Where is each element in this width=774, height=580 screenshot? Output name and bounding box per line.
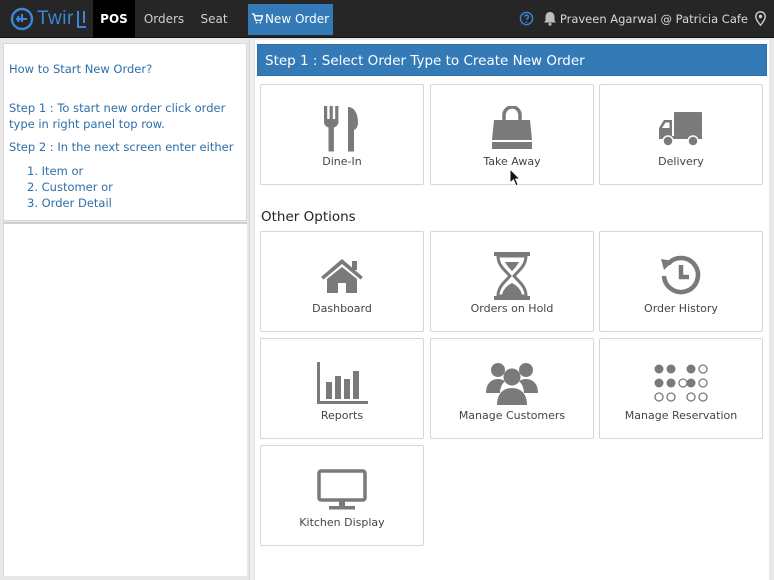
tile-label: Reports: [320, 409, 364, 422]
nav-pos[interactable]: POS: [93, 0, 135, 38]
tile-order-history[interactable]: Order History: [599, 231, 763, 332]
top-navbar: Twir POS Orders Seat New Order Praveen A…: [0, 0, 774, 38]
tile-manage-customers[interactable]: Manage Customers: [430, 338, 594, 439]
tile-label: Kitchen Display: [299, 516, 385, 529]
truck-icon: [659, 112, 702, 147]
tile-label: Take Away: [483, 155, 541, 168]
hourglass-icon: [494, 252, 530, 300]
bell-icon[interactable]: [543, 11, 557, 26]
tile-label: Dine-In: [322, 155, 362, 168]
brand-suffix-icon: [76, 11, 86, 28]
tile-label: Orders on Hold: [470, 302, 554, 315]
shopping-bag-icon: [492, 106, 532, 149]
tile-label: Manage Customers: [458, 409, 566, 422]
help-step1-line1: Step 1 : To start new order click order: [9, 101, 226, 115]
nav-seat[interactable]: Seat: [196, 0, 232, 38]
tile-orders-on-hold[interactable]: Orders on Hold: [430, 231, 594, 332]
other-options-title: Other Options: [261, 209, 356, 225]
help-step1-line2: type in right panel top row.: [9, 117, 165, 131]
nav-orders[interactable]: Orders: [140, 0, 188, 38]
fork-knife-icon: [324, 106, 358, 152]
tile-label: Delivery: [658, 155, 704, 168]
tile-reports[interactable]: Reports: [260, 338, 424, 439]
new-order-button[interactable]: New Order: [248, 4, 333, 35]
cart-icon: [251, 13, 264, 24]
brand-mark-icon: [10, 7, 34, 31]
panel-splitter[interactable]: [249, 40, 253, 580]
user-info[interactable]: Praveen Agarwal @ Patricia Cafe: [560, 0, 748, 38]
help-panel: How to Start New Order? Step 1 : To star…: [3, 43, 247, 221]
tile-kitchen-display[interactable]: Kitchen Display: [260, 445, 424, 546]
left-panel-body: [3, 222, 247, 576]
step-header: Step 1 : Select Order Type to Create New…: [257, 44, 767, 76]
home-icon: [321, 259, 363, 293]
help-title: How to Start New Order?: [9, 62, 153, 76]
tile-dine-in[interactable]: Dine-In: [260, 84, 424, 185]
tile-dashboard[interactable]: Dashboard: [260, 231, 424, 332]
tile-label: Manage Reservation: [624, 409, 738, 422]
location-pin-icon[interactable]: [755, 11, 766, 26]
help-option: 3. Order Detail: [27, 196, 112, 210]
tile-label: Order History: [644, 302, 718, 315]
bar-chart-icon: [317, 362, 368, 404]
brand-name: Twir: [37, 8, 74, 29]
main-panel: Step 1 : Select Order Type to Create New…: [255, 40, 769, 580]
help-option: 1. Item or: [27, 164, 84, 178]
help-step2: Step 2 : In the next screen enter either: [9, 140, 234, 154]
mouse-cursor-icon: [509, 168, 521, 187]
tile-label: Dashboard: [312, 302, 372, 315]
users-icon: [486, 363, 538, 405]
tile-manage-reservation[interactable]: Manage Reservation: [599, 338, 763, 439]
monitor-icon: [317, 469, 367, 510]
history-icon: [661, 255, 701, 295]
tile-delivery[interactable]: Delivery: [599, 84, 763, 185]
new-order-label: New Order: [264, 12, 330, 26]
reservation-grid-icon: [654, 364, 708, 402]
brand-logo[interactable]: Twir: [10, 6, 90, 32]
help-option: 2. Customer or: [27, 180, 113, 194]
help-icon[interactable]: [519, 11, 534, 26]
